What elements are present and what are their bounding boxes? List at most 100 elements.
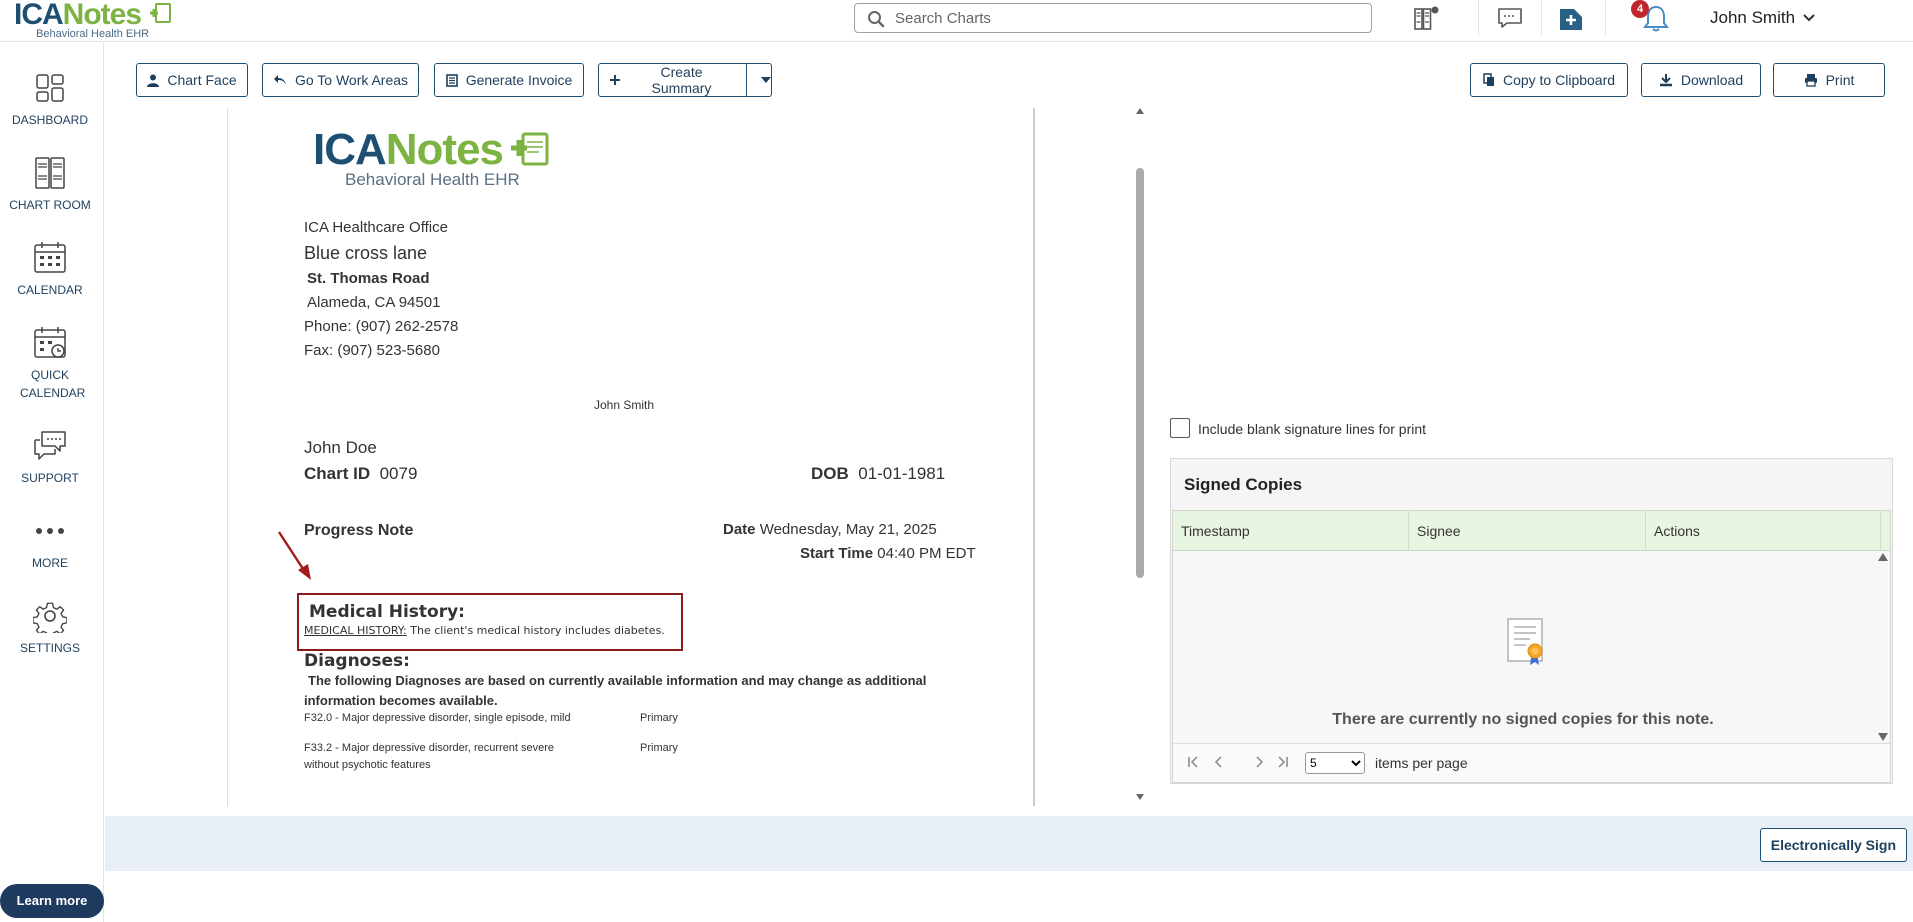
address-line-1: Blue cross lane: [304, 243, 428, 263]
page-size-select[interactable]: 5: [1305, 752, 1365, 774]
grid-scroll-down-icon[interactable]: [1878, 733, 1888, 741]
scroll-up-arrow-icon[interactable]: [1136, 108, 1144, 114]
generate-invoice-label: Generate Invoice: [465, 72, 573, 88]
calendar-icon: [34, 242, 66, 273]
copy-to-clipboard-button[interactable]: Copy to Clipboard: [1470, 63, 1628, 97]
nav-quick-calendar[interactable]: QUICK CALENDAR: [0, 325, 100, 402]
annotation-arrow: [277, 531, 311, 580]
date-value: Wednesday, May 21, 2025: [759, 521, 937, 538]
print-button[interactable]: Print: [1773, 63, 1885, 97]
document-viewer[interactable]: ICANotes Behavioral Health EHR ICA Healt…: [105, 108, 1140, 806]
nav-label-chart-room: CHART ROOM: [9, 198, 91, 212]
reply-arrow-icon: [273, 75, 286, 85]
certificate-icon: [1507, 618, 1543, 665]
quick-calendar-icon: [34, 327, 66, 358]
top-bar: ICANotes Behavioral Health EHR Search Ch…: [0, 0, 1913, 42]
diagnosis-item: F33.2 - Major depressive disorder, recur…: [304, 742, 555, 754]
nav-label-dashboard: DASHBOARD: [11, 113, 88, 127]
doc-logo-plus-icon: [511, 132, 549, 166]
download-button[interactable]: Download: [1641, 63, 1761, 97]
electronically-sign-button[interactable]: Electronically Sign: [1759, 828, 1907, 862]
grid-scrollbar[interactable]: [1878, 553, 1888, 743]
printer-icon: [1804, 74, 1817, 87]
print-label: Print: [1825, 72, 1855, 88]
nav-settings[interactable]: SETTINGS: [0, 598, 100, 657]
medical-history-value: The client's medical history includes di…: [410, 624, 665, 637]
caret-down-icon[interactable]: [761, 77, 771, 83]
address-line-2: St. Thomas Road: [307, 270, 430, 287]
search-input[interactable]: [895, 8, 1355, 28]
document-scrollbar[interactable]: [1134, 108, 1146, 806]
first-page-icon[interactable]: [1187, 756, 1199, 768]
messages-button[interactable]: [1495, 3, 1525, 33]
add-chart-icon: [1560, 9, 1582, 30]
logo-plus-icon: [150, 3, 171, 23]
diagnosis-item-continued: without psychotic features: [304, 759, 431, 771]
go-to-work-areas-button[interactable]: Go To Work Areas: [262, 63, 419, 97]
diagnosis-type: Primary: [640, 742, 678, 754]
nav-chart-room[interactable]: CHART ROOM: [0, 155, 100, 214]
chart-room-icon: [35, 157, 65, 189]
last-page-icon[interactable]: [1277, 756, 1289, 768]
signed-copies-title: Signed Copies: [1184, 475, 1303, 494]
grid-header: Timestamp Signee Actions: [1173, 511, 1890, 551]
go-to-work-areas-label: Go To Work Areas: [294, 72, 409, 88]
diagnoses-intro-line-1: The following Diagnoses are based on cur…: [308, 673, 927, 688]
next-page-icon[interactable]: [1253, 756, 1265, 768]
chart-id-value: 0079: [379, 464, 418, 483]
split-divider: [746, 64, 748, 96]
search-box[interactable]: [854, 3, 1372, 33]
search-icon: [868, 11, 885, 28]
nav-support[interactable]: SUPPORT: [0, 428, 100, 487]
column-header-timestamp[interactable]: Timestamp: [1173, 511, 1409, 551]
user-menu[interactable]: John Smith: [1710, 8, 1815, 28]
chart-face-label: Chart Face: [167, 72, 237, 88]
logo-subtitle: Behavioral Health EHR: [36, 28, 150, 40]
column-header-signee[interactable]: Signee: [1409, 511, 1646, 551]
learn-more-button[interactable]: Learn more: [0, 884, 104, 918]
generate-invoice-button[interactable]: Generate Invoice: [434, 63, 584, 97]
add-chart-button[interactable]: [1556, 3, 1586, 33]
previous-page-icon[interactable]: [1213, 756, 1225, 768]
doc-logo-subtitle: Behavioral Health EHR: [345, 170, 520, 189]
scrollbar-thumb[interactable]: [1136, 168, 1144, 578]
column-header-actions[interactable]: Actions: [1646, 511, 1881, 551]
medical-history-text: MEDICAL HISTORY: The client's medical hi…: [304, 624, 665, 637]
action-bar: Electronically Sign: [105, 816, 1913, 871]
copy-icon: [1483, 73, 1494, 86]
scroll-down-arrow-icon[interactable]: [1136, 794, 1144, 800]
nav-label-support: SUPPORT: [21, 471, 79, 485]
start-time-label: Start Time: [800, 545, 874, 562]
date-label: Date: [723, 521, 756, 538]
chart-face-button[interactable]: Chart Face: [136, 63, 248, 97]
download-icon: [1659, 74, 1672, 87]
signed-copies-grid: Timestamp Signee Actions There are curre…: [1172, 510, 1891, 783]
chevron-down-icon: [1803, 14, 1815, 22]
grid-pager: 5 items per page: [1173, 743, 1890, 781]
medical-history-label: MEDICAL HISTORY:: [304, 624, 407, 637]
include-blank-signature-label[interactable]: Include blank signature lines for print: [1198, 421, 1426, 437]
nav-label-calendar: CALENDAR: [17, 283, 83, 297]
nav-label-quick-calendar: QUICK CALENDAR: [20, 368, 86, 400]
dashboard-icon: [36, 74, 64, 102]
create-summary-button[interactable]: Create Summary: [598, 63, 772, 97]
medical-history-heading: Medical History:: [309, 602, 465, 622]
diagnosis-item: F32.0 - Major depressive disorder, singl…: [304, 712, 571, 724]
nav-calendar[interactable]: CALENDAR: [0, 240, 100, 299]
nav-more[interactable]: MORE: [0, 513, 100, 572]
office-phone: Phone: (907) 262-2578: [304, 318, 459, 335]
lockers-button[interactable]: [1412, 3, 1442, 33]
address-line-3: Alameda, CA 94501: [307, 294, 441, 311]
support-icon: [34, 431, 66, 460]
nav-dashboard[interactable]: DASHBOARD: [0, 70, 100, 129]
patient-name: John Doe: [304, 438, 377, 457]
include-blank-signature-checkbox[interactable]: [1170, 418, 1190, 438]
office-name: ICA Healthcare Office: [304, 219, 448, 236]
start-time-value: 04:40 PM EDT: [877, 545, 976, 562]
doc-logo-word-ica: ICA: [313, 125, 387, 174]
grid-scroll-up-icon[interactable]: [1878, 553, 1888, 561]
nav-label-settings: SETTINGS: [19, 641, 80, 655]
app-logo[interactable]: ICANotes Behavioral Health EHR: [14, 0, 174, 41]
document-logo: ICANotes Behavioral Health EHR: [313, 125, 549, 190]
download-label: Download: [1680, 72, 1744, 88]
